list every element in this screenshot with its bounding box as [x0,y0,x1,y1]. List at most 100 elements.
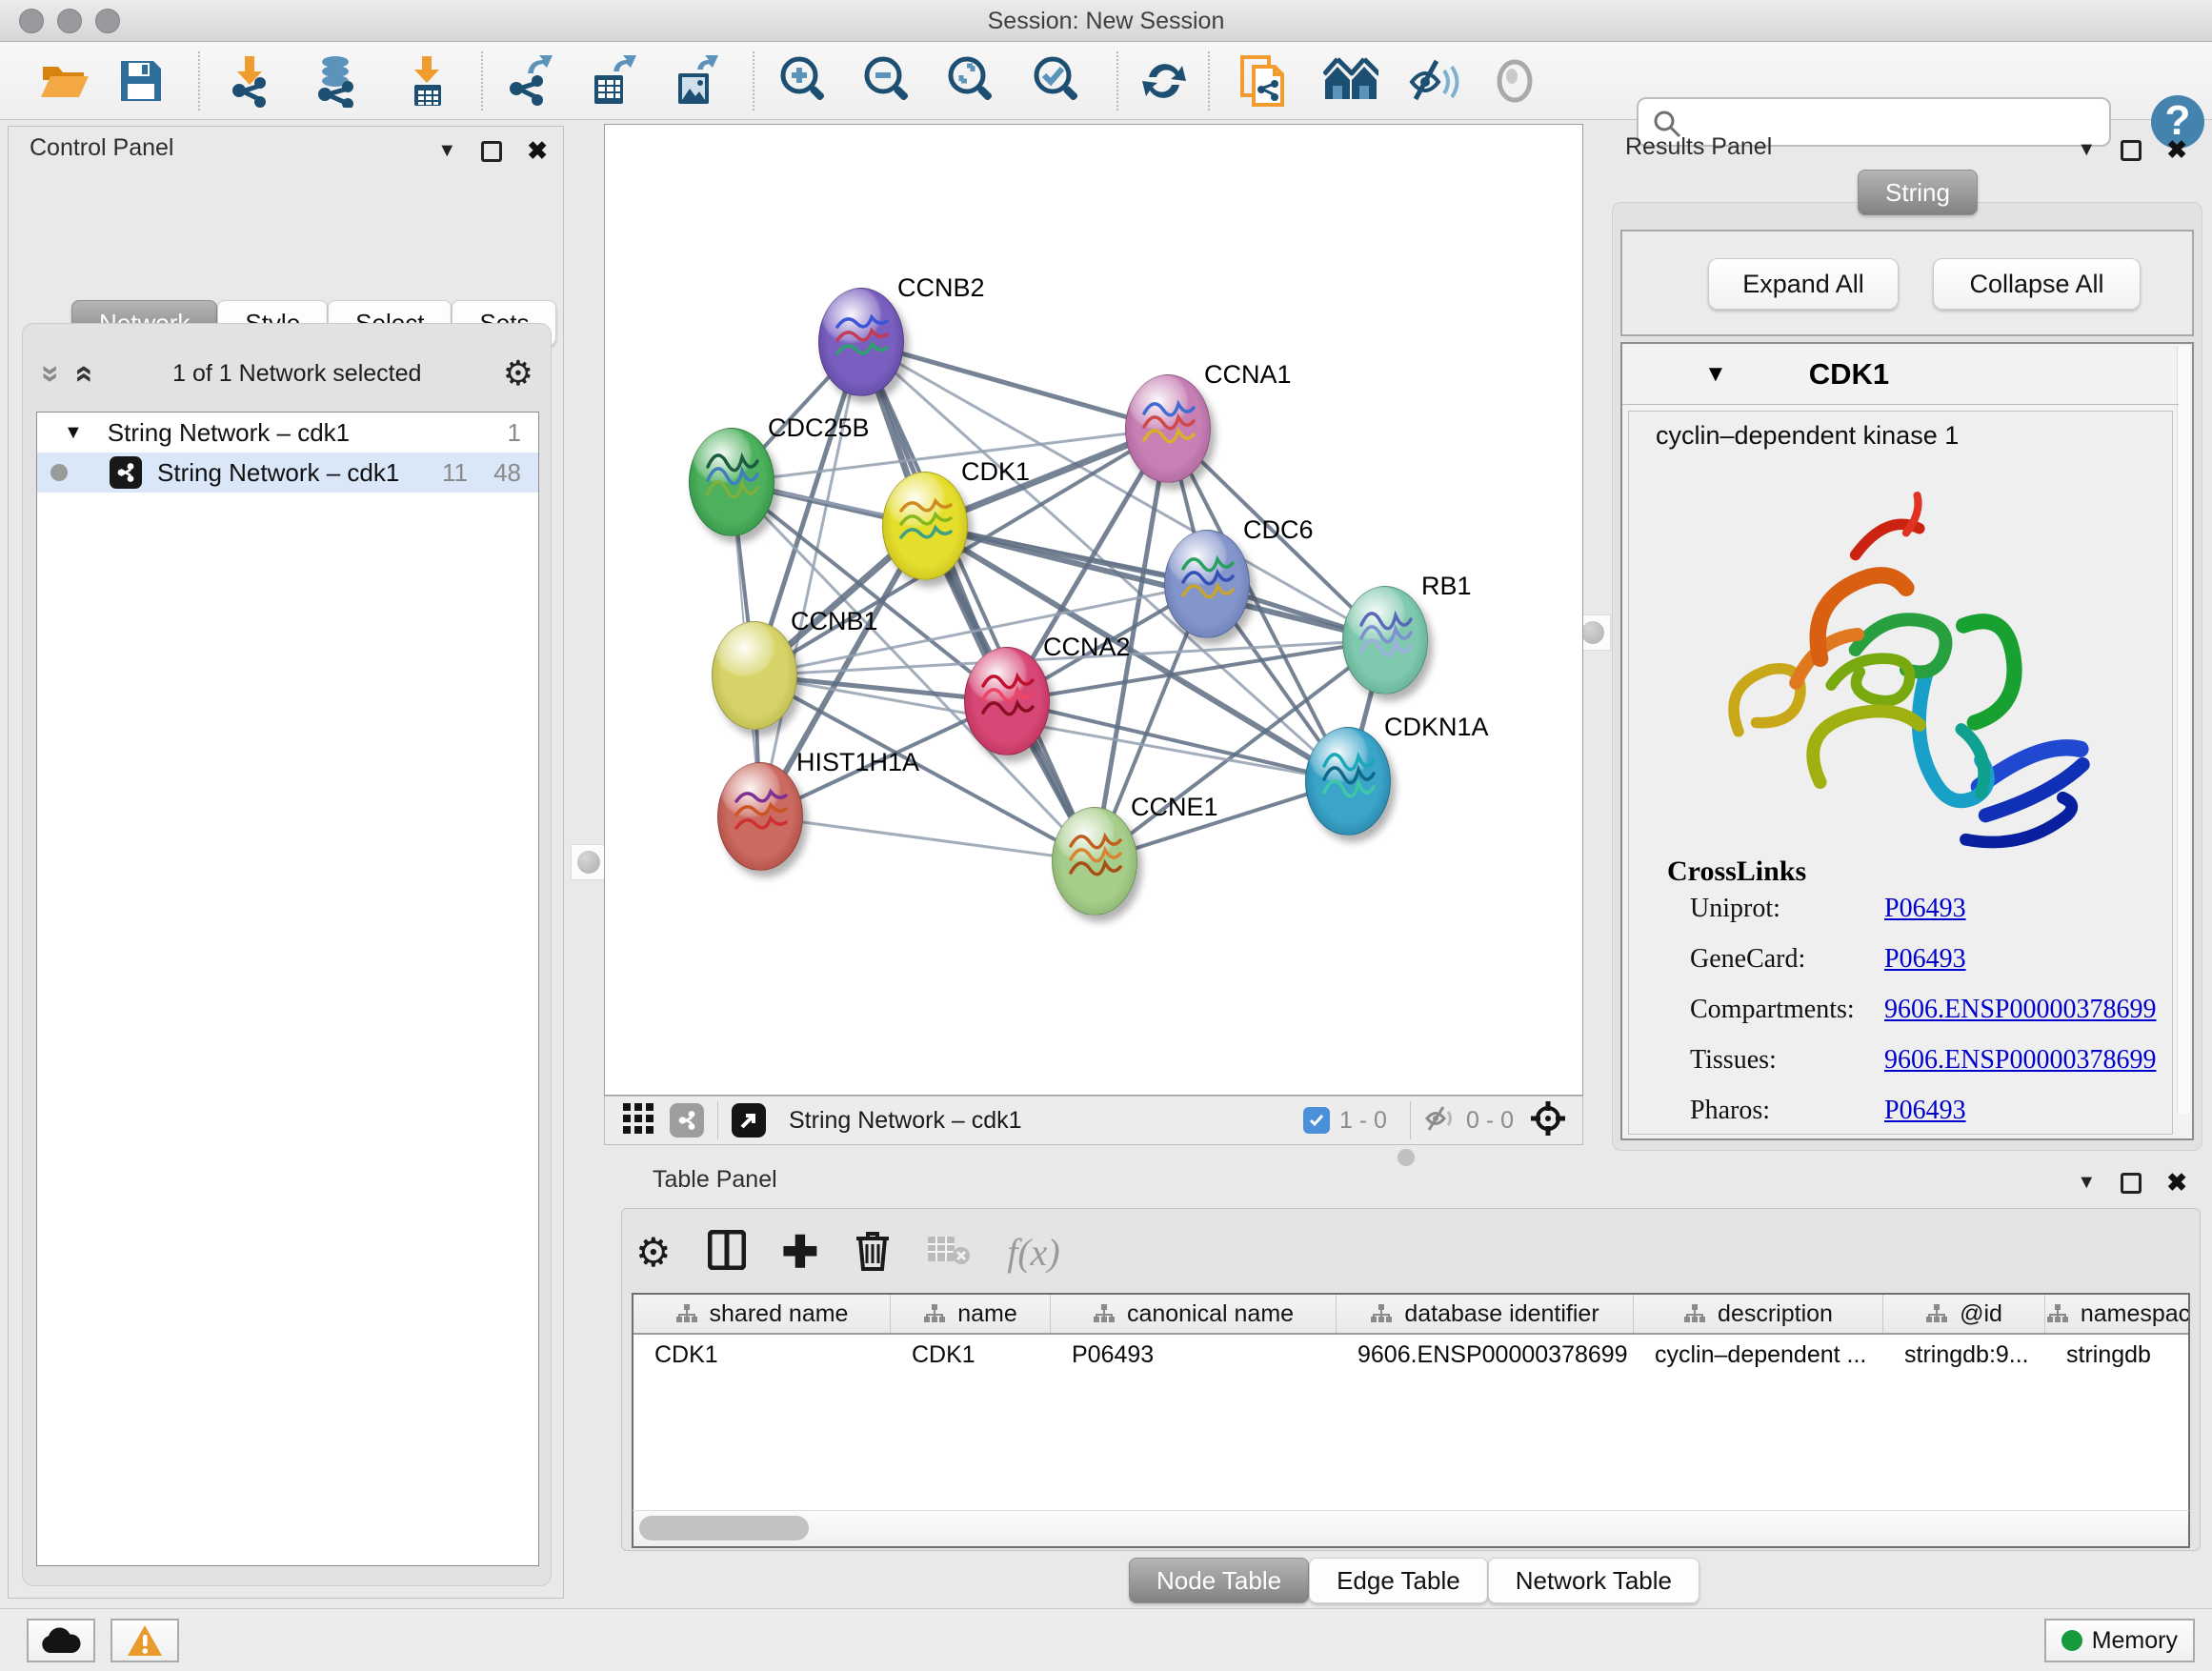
results-panel-float-icon[interactable] [2121,140,2142,161]
eye-icon [1491,57,1538,105]
table-cell[interactable]: cyclin–dependent ... [1634,1335,1883,1375]
zoom-out-button[interactable] [857,53,915,109]
tab-string[interactable]: String [1858,170,1978,215]
table-cell[interactable]: stringdb [2045,1335,2190,1375]
node-RB1[interactable] [1342,586,1428,695]
node-CCNB1[interactable] [712,621,797,730]
warnings-button[interactable] [111,1619,179,1662]
zoom-in-button[interactable] [774,53,831,109]
node-CCNA1[interactable] [1125,374,1211,483]
crosslink-link[interactable]: 9606.ENSP00000378699 [1884,995,2156,1025]
results-panel-menu-icon[interactable]: ▼ [2077,139,2096,161]
tab-node-table[interactable]: Node Table [1129,1558,1309,1603]
table-panel-menu-icon[interactable]: ▼ [2077,1172,2096,1194]
table-row[interactable]: CDK1CDK1P064939606.ENSP00000378699cyclin… [633,1335,2188,1375]
results-panel-title: Results Panel [1625,133,1772,161]
tree-expand-icon[interactable]: ▼ [64,422,83,444]
show-hidden-button[interactable] [1486,53,1543,109]
node-CDC6[interactable] [1164,530,1250,638]
show-columns-icon[interactable] [708,1230,746,1275]
open-session-button[interactable] [36,53,93,109]
node-CCNE1[interactable] [1052,807,1137,916]
table-cell[interactable]: 9606.ENSP00000378699 [1337,1335,1634,1375]
scrollbar-thumb[interactable] [639,1516,809,1540]
control-panel-float-icon[interactable] [481,141,502,162]
tab-edge-table[interactable]: Edge Table [1309,1558,1488,1603]
zoom-selected-button[interactable] [1027,53,1084,109]
column-header-namespac[interactable]: namespac [2045,1295,2190,1333]
network-list-options-gear-icon[interactable]: ⚙ [503,356,533,391]
center-view-crosshair-icon[interactable] [1529,1099,1567,1142]
table-panel-close-icon[interactable]: ✖ [2166,1168,2187,1198]
network-canvas[interactable]: CCNB2CCNA1CDC25BCDK1CDC6RB1CCNB1CCNA2CDK… [604,124,1583,1096]
export-image-button[interactable] [667,53,724,109]
delete-column-trash-icon[interactable] [855,1229,891,1276]
table-panel-float-icon[interactable] [2121,1173,2142,1194]
expand-all-button[interactable]: Expand All [1708,258,1899,310]
import-table-from-file-button[interactable] [398,53,455,109]
column-type-icon [2046,1303,2069,1324]
edge-CDK1-RB1[interactable] [925,526,1385,640]
crosslink-link[interactable]: 9606.ENSP00000378699 [1884,1045,2156,1076]
toolbar-separator [1208,51,1210,111]
column-header-canonical-name[interactable]: canonical name [1051,1295,1337,1333]
left-splitter-handle[interactable] [571,844,607,880]
new-network-from-selection-button[interactable] [1235,53,1292,109]
table-options-gear-icon[interactable]: ⚙ [635,1229,672,1276]
edge-HIST1H1A-CCNE1[interactable] [760,816,1095,861]
column-header-database-identifier[interactable]: database identifier [1337,1295,1634,1333]
network-tree-root-row[interactable]: ▼ String Network – cdk1 1 [37,413,538,453]
crosslink-link[interactable]: P06493 [1884,944,1966,975]
warning-icon [126,1623,164,1658]
results-scrollbar[interactable] [2177,346,2190,1114]
node-CDC25B[interactable] [689,428,774,536]
control-panel-menu-icon[interactable]: ▼ [437,140,456,162]
birdseye-view-icon[interactable] [732,1103,766,1137]
column-header-name[interactable]: name [891,1295,1051,1333]
export-table-button[interactable] [583,53,640,109]
network-tree-child-row[interactable]: String Network – cdk1 11 48 [37,453,538,493]
gene-section-header[interactable]: ▼ CDK1 [1622,344,2179,405]
cloud-button[interactable] [27,1619,95,1662]
save-icon [119,59,163,103]
table-cell[interactable]: CDK1 [891,1335,1051,1375]
first-neighbors-button[interactable] [1322,53,1379,109]
delete-table-icon [927,1233,971,1272]
hide-selected-button[interactable] [1406,53,1463,109]
save-session-button[interactable] [112,53,170,109]
collapse-all-button[interactable]: Collapse All [1933,258,2141,310]
grid-view-icon[interactable] [622,1102,654,1139]
edge-CCNB2-CCNE1[interactable] [861,342,1095,861]
create-column-plus-icon[interactable]: ✚ [782,1226,819,1278]
zoom-fit-button[interactable] [941,53,998,109]
node-HIST1H1A[interactable] [717,762,803,871]
control-panel-close-icon[interactable]: ✖ [527,136,548,166]
import-network-from-database-button[interactable] [307,53,364,109]
table-cell[interactable]: stringdb:9... [1883,1335,2045,1375]
expand-all-networks-icon[interactable]: » [64,365,101,383]
table-cell[interactable]: CDK1 [633,1335,891,1375]
node-CCNA2[interactable] [964,647,1050,755]
table-horizontal-scrollbar[interactable] [632,1510,2190,1548]
export-network-button[interactable] [499,53,556,109]
apply-preferred-layout-button[interactable] [1136,53,1193,109]
node-CDKN1A[interactable] [1305,727,1391,836]
crosslink-link[interactable]: P06493 [1884,1096,1966,1126]
selected-nodes-checkbox[interactable] [1303,1107,1330,1134]
network-tree: ▼ String Network – cdk1 1 String Network… [36,412,539,1566]
column-header--id[interactable]: @id [1883,1295,2045,1333]
column-header-shared-name[interactable]: shared name [633,1295,891,1333]
results-panel-close-icon[interactable]: ✖ [2166,135,2187,165]
node-label-CCNB1: CCNB1 [791,607,878,636]
node-CDK1[interactable] [882,472,968,580]
node-CCNB2[interactable] [818,288,904,396]
edge-CCNA2-CDKN1A[interactable] [1007,701,1348,781]
import-network-from-file-button[interactable] [221,53,278,109]
memory-button[interactable]: Memory [2044,1619,2195,1662]
table-cell[interactable]: P06493 [1051,1335,1337,1375]
network-view-type-icon[interactable] [670,1103,704,1137]
column-header-description[interactable]: description [1634,1295,1883,1333]
crosslink-link[interactable]: P06493 [1884,894,1966,924]
gene-collapse-icon[interactable]: ▼ [1704,361,1727,388]
tab-network-table[interactable]: Network Table [1488,1558,1699,1603]
